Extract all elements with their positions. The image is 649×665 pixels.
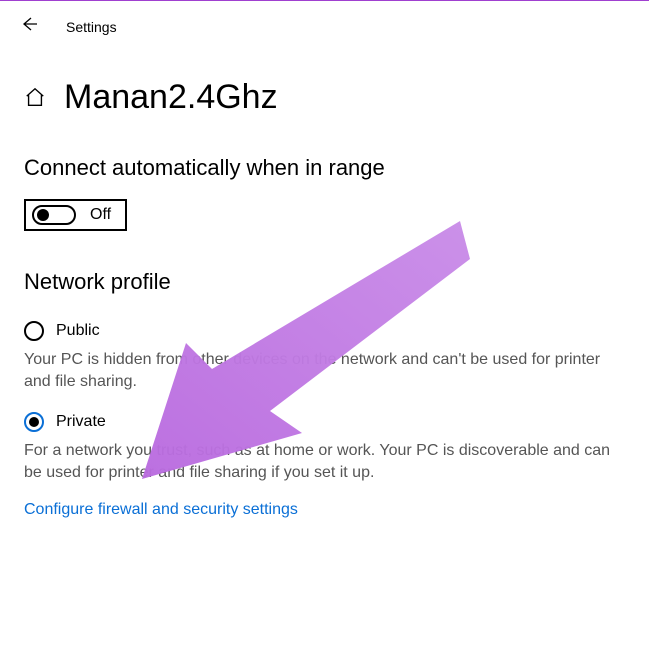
back-button[interactable]	[18, 13, 40, 40]
home-icon	[24, 86, 46, 113]
private-description: For a network you trust, such as at home…	[24, 440, 625, 483]
profile-option-private[interactable]: Private For a network you trust, such as…	[0, 392, 649, 483]
radio-private[interactable]	[24, 412, 44, 432]
auto-connect-heading: Connect automatically when in range	[0, 121, 649, 185]
radio-public[interactable]	[24, 321, 44, 341]
profile-option-public[interactable]: Public Your PC is hidden from other devi…	[0, 299, 649, 392]
arrow-left-icon	[20, 15, 38, 33]
firewall-settings-link[interactable]: Configure firewall and security settings	[24, 501, 298, 519]
toggle-switch[interactable]	[32, 205, 76, 225]
radio-label-private: Private	[56, 413, 106, 431]
public-description: Your PC is hidden from other devices on …	[24, 349, 625, 392]
auto-connect-toggle[interactable]: Off	[24, 199, 127, 231]
network-name: Manan2.4Ghz	[64, 78, 278, 117]
app-title: Settings	[66, 19, 117, 35]
radio-label-public: Public	[56, 322, 100, 340]
network-profile-heading: Network profile	[0, 231, 649, 299]
toggle-label: Off	[90, 206, 111, 224]
